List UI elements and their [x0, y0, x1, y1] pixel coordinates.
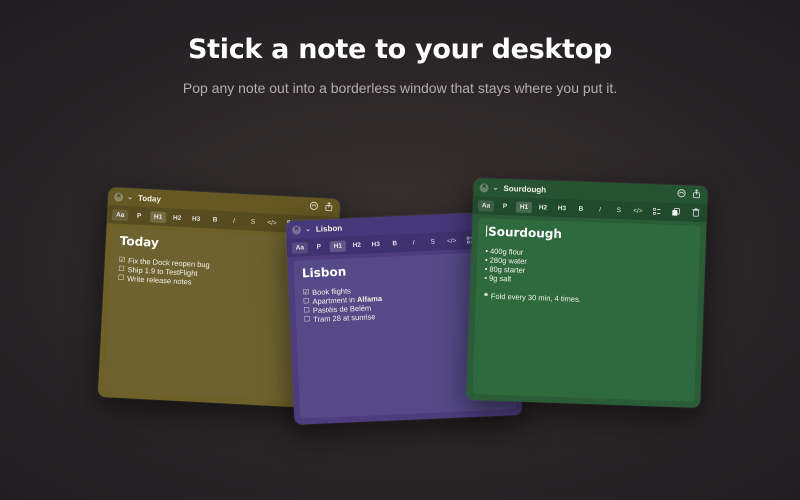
note-title: Sourdough — [503, 183, 547, 195]
strikethrough-button[interactable]: S — [611, 204, 627, 216]
share-icon[interactable] — [324, 201, 335, 212]
bullet-icon: • — [485, 246, 489, 256]
italic-button[interactable]: I — [405, 237, 421, 249]
close-icon[interactable]: ✕ — [479, 182, 489, 192]
heading1-button[interactable]: H1 — [329, 239, 347, 252]
page-subtitle: Pop any note out into a borderless windo… — [182, 80, 618, 96]
quote-icon: ❝ — [483, 291, 489, 301]
heading1-button[interactable]: H1 — [149, 210, 167, 223]
chevron-down-icon[interactable]: ⌄ — [127, 193, 133, 201]
paragraph-button[interactable]: P — [311, 241, 327, 253]
code-button[interactable]: </> — [264, 217, 281, 229]
bullet-icon: • — [484, 273, 488, 283]
heading3-button[interactable]: H3 — [368, 238, 384, 250]
note-window-sourdough[interactable]: ✕ ⌄ Sourdough Aa P H1 H2 H3 B I S </> So… — [466, 177, 708, 409]
heading3-button[interactable]: H3 — [554, 202, 570, 214]
code-button[interactable]: </> — [630, 205, 646, 217]
unchecked-box-icon[interactable]: ☐ — [303, 306, 310, 315]
strikethrough-button[interactable]: S — [245, 216, 262, 228]
bold-button[interactable]: B — [573, 203, 589, 215]
bullet-icon: • — [484, 264, 488, 274]
note-title: Lisbon — [315, 223, 343, 234]
page-title: Stick a note to your desktop — [188, 34, 612, 65]
copy-icon[interactable] — [668, 206, 684, 218]
unchecked-box-icon[interactable]: ☐ — [118, 265, 125, 274]
bold-button[interactable]: B — [387, 237, 403, 249]
bullet-icon: • — [484, 255, 488, 265]
trash-icon[interactable] — [692, 207, 700, 219]
close-icon[interactable]: ✕ — [291, 224, 302, 235]
unchecked-box-icon[interactable]: ☐ — [304, 315, 311, 324]
note-title: Today — [137, 193, 162, 204]
font-size-button[interactable]: Aa — [111, 208, 129, 221]
close-icon[interactable]: ✕ — [113, 191, 124, 202]
bold-button[interactable]: B — [207, 214, 224, 226]
italic-button[interactable]: I — [592, 204, 608, 216]
font-size-button[interactable]: Aa — [477, 199, 495, 212]
strikethrough-button[interactable]: S — [424, 236, 440, 248]
pin-icon[interactable] — [309, 201, 320, 212]
note-editor[interactable]: Sourdough • 400g flour • 280g water • 80g s… — [472, 218, 701, 402]
unchecked-box-icon[interactable]: ☐ — [118, 274, 125, 283]
code-button[interactable]: </> — [443, 235, 459, 247]
unchecked-box-icon[interactable]: ☐ — [303, 297, 310, 306]
share-icon[interactable] — [691, 189, 701, 199]
checked-box-icon[interactable]: ☑ — [119, 256, 126, 265]
chevron-down-icon[interactable]: ⌄ — [492, 184, 498, 192]
paragraph-button[interactable]: P — [131, 210, 148, 222]
paragraph-button[interactable]: P — [497, 200, 513, 212]
checked-box-icon[interactable]: ☑ — [303, 288, 310, 297]
heading3-button[interactable]: H3 — [188, 213, 205, 225]
chevron-down-icon[interactable]: ⌄ — [305, 225, 311, 233]
font-size-button[interactable]: Aa — [291, 241, 309, 254]
italic-button[interactable]: I — [226, 215, 243, 227]
checklist-icon[interactable] — [649, 206, 665, 218]
heading2-button[interactable]: H2 — [169, 212, 186, 224]
pin-icon[interactable] — [676, 188, 686, 198]
note-heading: Sourdough — [485, 224, 563, 242]
heading2-button[interactable]: H2 — [535, 202, 551, 214]
heading1-button[interactable]: H1 — [515, 200, 533, 213]
heading2-button[interactable]: H2 — [349, 239, 365, 251]
